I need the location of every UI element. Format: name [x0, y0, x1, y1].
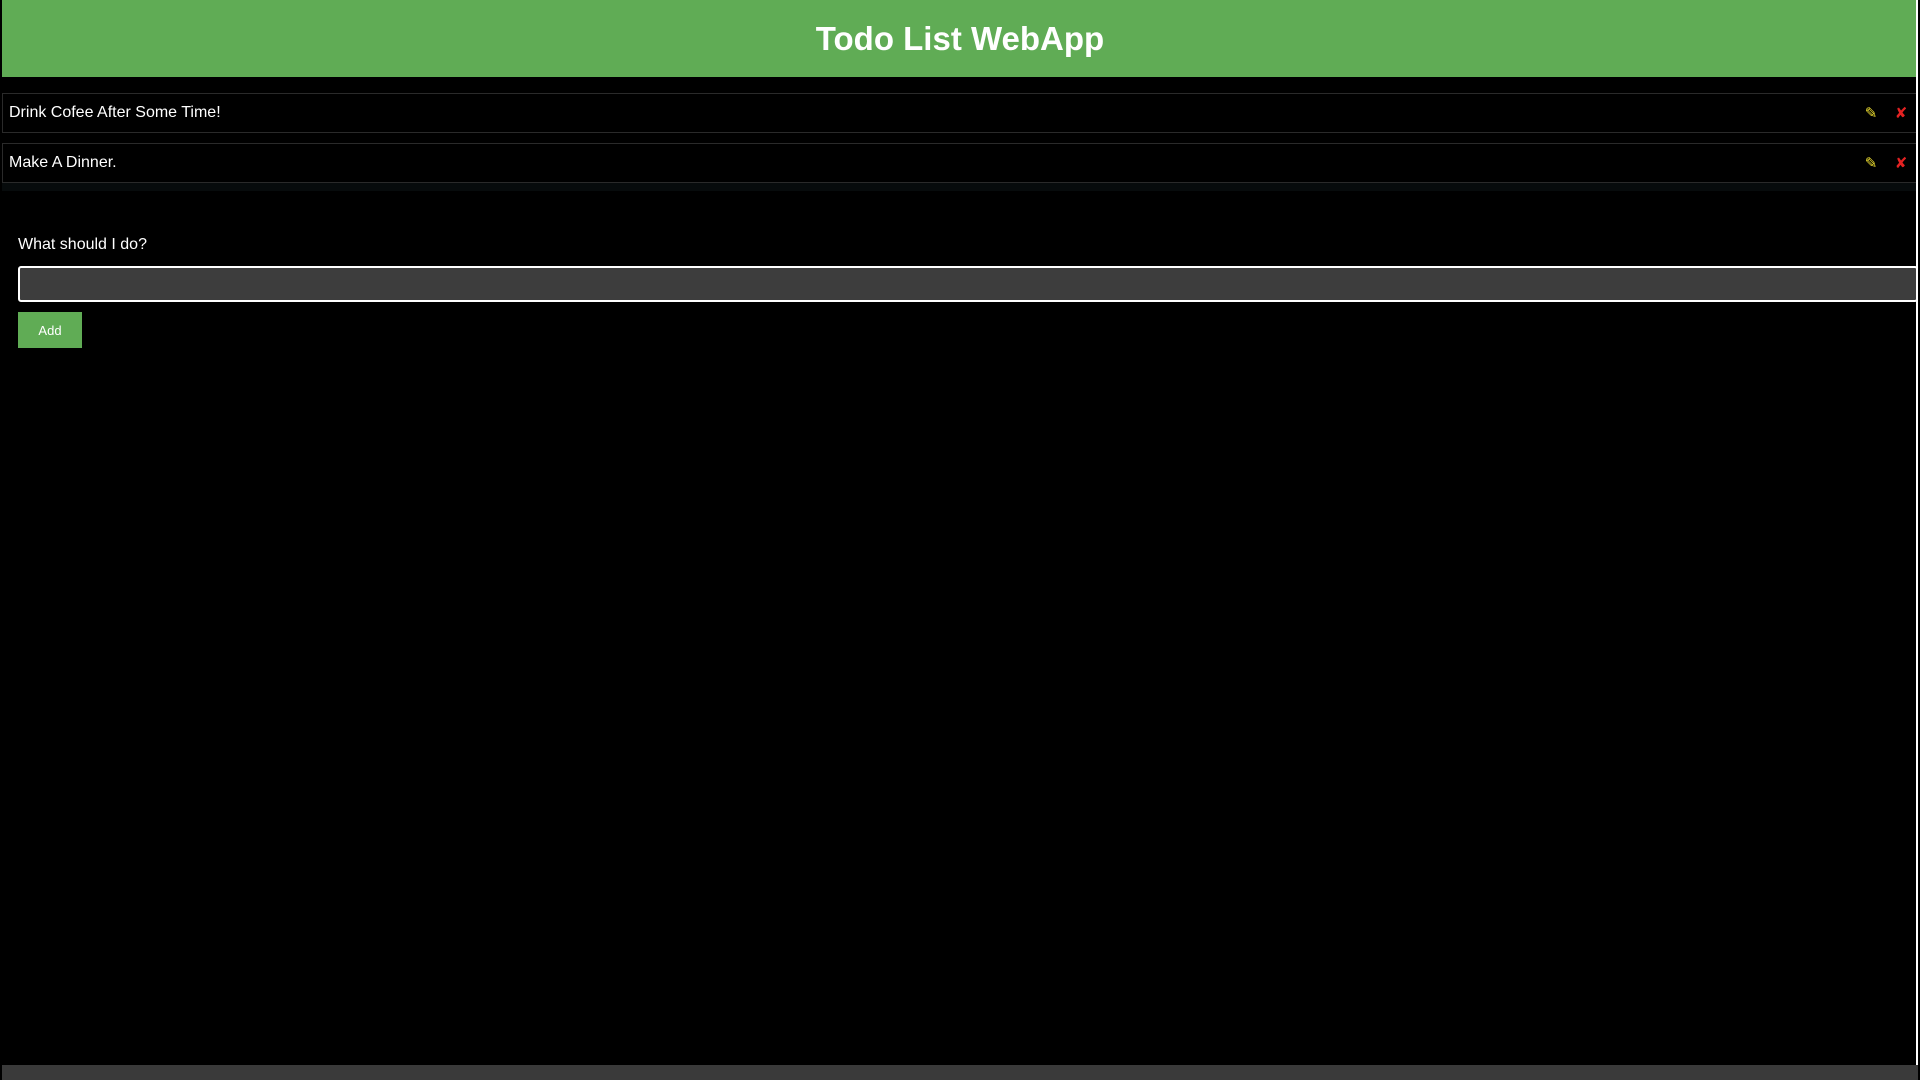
- add-todo-form: What should I do? Add: [18, 236, 1918, 348]
- page-edge: [1916, 0, 1918, 1065]
- todo-text: Drink Cofee After Some Time!: [9, 104, 221, 121]
- cross-icon[interactable]: ✘: [1893, 104, 1909, 122]
- app-container: Todo List WebApp Drink Cofee After Some …: [2, 0, 1918, 1080]
- todo-actions: ✎ ✘: [1863, 144, 1909, 182]
- todo-item: Make A Dinner. ✎ ✘: [2, 143, 1918, 183]
- app-title: Todo List WebApp: [815, 19, 1105, 57]
- list-divider: [2, 183, 1918, 191]
- task-input-label: What should I do?: [18, 236, 147, 253]
- pencil-icon[interactable]: ✎: [1863, 154, 1879, 172]
- todo-list: Drink Cofee After Some Time! ✎ ✘ Make A …: [2, 93, 1918, 193]
- app-header: Todo List WebApp: [2, 0, 1918, 77]
- cross-icon[interactable]: ✘: [1893, 154, 1909, 172]
- todo-item: Drink Cofee After Some Time! ✎ ✘: [2, 93, 1918, 133]
- todo-text: Make A Dinner.: [9, 154, 117, 171]
- pencil-icon[interactable]: ✎: [1863, 104, 1879, 122]
- horizontal-scrollbar[interactable]: [2, 1065, 1918, 1080]
- todo-actions: ✎ ✘: [1863, 94, 1909, 132]
- add-button[interactable]: Add: [18, 312, 82, 348]
- task-input[interactable]: [18, 266, 1918, 302]
